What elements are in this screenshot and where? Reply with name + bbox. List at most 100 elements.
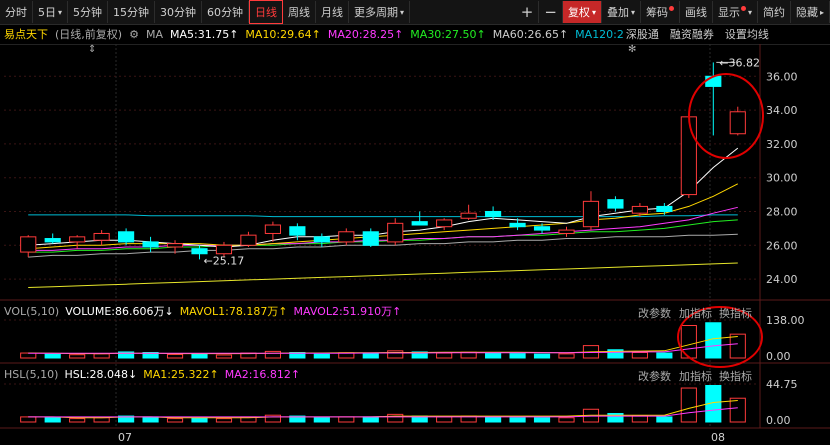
volume-value: VOLUME:86.606万↓ xyxy=(65,305,174,318)
volume-bar xyxy=(558,353,575,359)
candle-body[interactable] xyxy=(558,229,575,234)
candle-body[interactable] xyxy=(582,200,600,228)
volume-bar xyxy=(533,353,551,359)
volume-bar xyxy=(93,353,110,359)
candle-body[interactable] xyxy=(485,210,502,218)
hsl-switch-indicator-button[interactable]: 换指标 xyxy=(719,368,752,384)
candle-body[interactable] xyxy=(338,231,355,243)
volume-bar xyxy=(362,352,379,359)
vol-axis-top: 138.00 xyxy=(766,314,805,327)
hsl-bar xyxy=(680,387,697,423)
hsl-legend: HSL(5,10) HSL:28.048↓ MA1:25.322↑ MA2:16… xyxy=(0,366,306,382)
vol-label: VOL(5,10) xyxy=(4,304,60,318)
hsl-bar xyxy=(215,418,233,423)
candle-body[interactable] xyxy=(215,244,233,255)
hsl-bar xyxy=(729,397,746,423)
volume-bar xyxy=(166,353,184,359)
hsl-bar xyxy=(485,416,502,423)
hsl-ma1-value: MA1:25.322↑ xyxy=(143,367,219,381)
candle-body[interactable] xyxy=(705,75,722,87)
candle-body[interactable] xyxy=(69,236,86,243)
volume-bar xyxy=(215,354,233,359)
price-tick-label: 34.00 xyxy=(766,104,798,117)
candle-body[interactable] xyxy=(533,226,551,231)
candle-body[interactable] xyxy=(729,111,746,135)
volume-bar xyxy=(387,350,404,359)
hsl-add-indicator-button[interactable]: 加指标 xyxy=(679,368,712,384)
hsl-ma1-line xyxy=(28,400,738,419)
hsl-axis-bottom: 0.00 xyxy=(766,414,791,427)
candle-body[interactable] xyxy=(118,231,135,243)
volume-bar xyxy=(313,353,330,359)
candle-body[interactable] xyxy=(142,241,159,248)
candle-body[interactable] xyxy=(509,222,526,228)
candle-body[interactable] xyxy=(240,234,257,246)
volume-bar xyxy=(485,352,502,359)
ma250-line xyxy=(28,262,738,288)
candle-body[interactable] xyxy=(631,205,648,214)
candle-body[interactable] xyxy=(289,226,306,236)
volume-bar xyxy=(509,353,526,359)
vol-switch-indicator-button[interactable]: 换指标 xyxy=(719,305,752,321)
mavol1-line xyxy=(28,336,738,355)
high-price-label: ←36.82 xyxy=(719,56,760,69)
price-tick-label: 24.00 xyxy=(766,273,798,286)
candle-body[interactable] xyxy=(93,232,110,241)
volume-bar xyxy=(656,352,673,359)
candle-body[interactable] xyxy=(656,205,673,212)
low-price-label: ←25.17 xyxy=(204,254,245,267)
hsl-bar xyxy=(20,416,37,423)
volume-bar xyxy=(631,351,648,359)
mavol1-value: MAVOL1:78.187万↑ xyxy=(179,305,288,318)
highlight-circle-price xyxy=(688,73,764,159)
hsl-bar xyxy=(44,417,61,423)
candle-body[interactable] xyxy=(191,248,208,255)
ma5-line xyxy=(28,147,739,248)
volume-bar xyxy=(191,353,208,359)
hsl-label: HSL(5,10) xyxy=(4,367,59,381)
hsl-bar xyxy=(166,418,184,423)
hsl-bar xyxy=(631,415,648,423)
hsl-axis-top: 44.75 xyxy=(766,378,798,391)
hsl-bar xyxy=(656,416,673,423)
mavol2-value: MAVOL2:51.910万↑ xyxy=(293,305,402,318)
candle-body[interactable] xyxy=(166,243,184,248)
price-tick-label: 30.00 xyxy=(766,172,798,185)
price-tick-label: 26.00 xyxy=(766,239,798,252)
hsl-bar xyxy=(533,417,551,423)
candle-body[interactable] xyxy=(44,238,61,243)
vol-add-indicator-button[interactable]: 加指标 xyxy=(679,305,712,321)
candle-body[interactable] xyxy=(436,219,453,228)
candle-body[interactable] xyxy=(264,224,281,234)
price-tick-label: 32.00 xyxy=(766,138,798,151)
vol-axis-bottom: 0.00 xyxy=(766,350,791,363)
hsl-bar xyxy=(558,417,575,423)
hsl-bar xyxy=(313,417,330,423)
candle-body[interactable] xyxy=(387,222,404,243)
candle-body[interactable] xyxy=(607,199,624,209)
hsl-bar xyxy=(436,416,453,423)
volume-bar xyxy=(729,333,746,359)
candle-body[interactable] xyxy=(460,212,477,219)
volume-bar xyxy=(69,354,86,359)
hsl-bar xyxy=(387,413,404,423)
price-tick-label: 28.00 xyxy=(766,205,798,218)
candle-body[interactable] xyxy=(362,231,379,246)
candle-body[interactable] xyxy=(313,236,330,243)
vol-edit-params-button[interactable]: 改参数 xyxy=(638,305,671,321)
hsl-bar xyxy=(338,416,355,423)
x-tick-label: 08 xyxy=(711,431,725,444)
candle-body[interactable] xyxy=(680,116,697,196)
hsl-bar xyxy=(93,417,110,423)
vol-legend: VOL(5,10) VOLUME:86.606万↓ MAVOL1:78.187万… xyxy=(0,303,407,319)
volume-bar xyxy=(436,352,453,359)
hsl-ma2-value: MA2:16.812↑ xyxy=(224,367,301,381)
candle-body[interactable] xyxy=(20,236,37,253)
price-tick-label: 36.00 xyxy=(766,70,798,83)
hsl-bar xyxy=(69,418,86,423)
hsl-bar xyxy=(191,417,208,423)
volume-bar xyxy=(264,350,281,359)
star-marker-icon: ✻ xyxy=(628,44,636,55)
hsl-edit-params-button[interactable]: 改参数 xyxy=(638,368,671,384)
candle-body[interactable] xyxy=(411,221,428,226)
